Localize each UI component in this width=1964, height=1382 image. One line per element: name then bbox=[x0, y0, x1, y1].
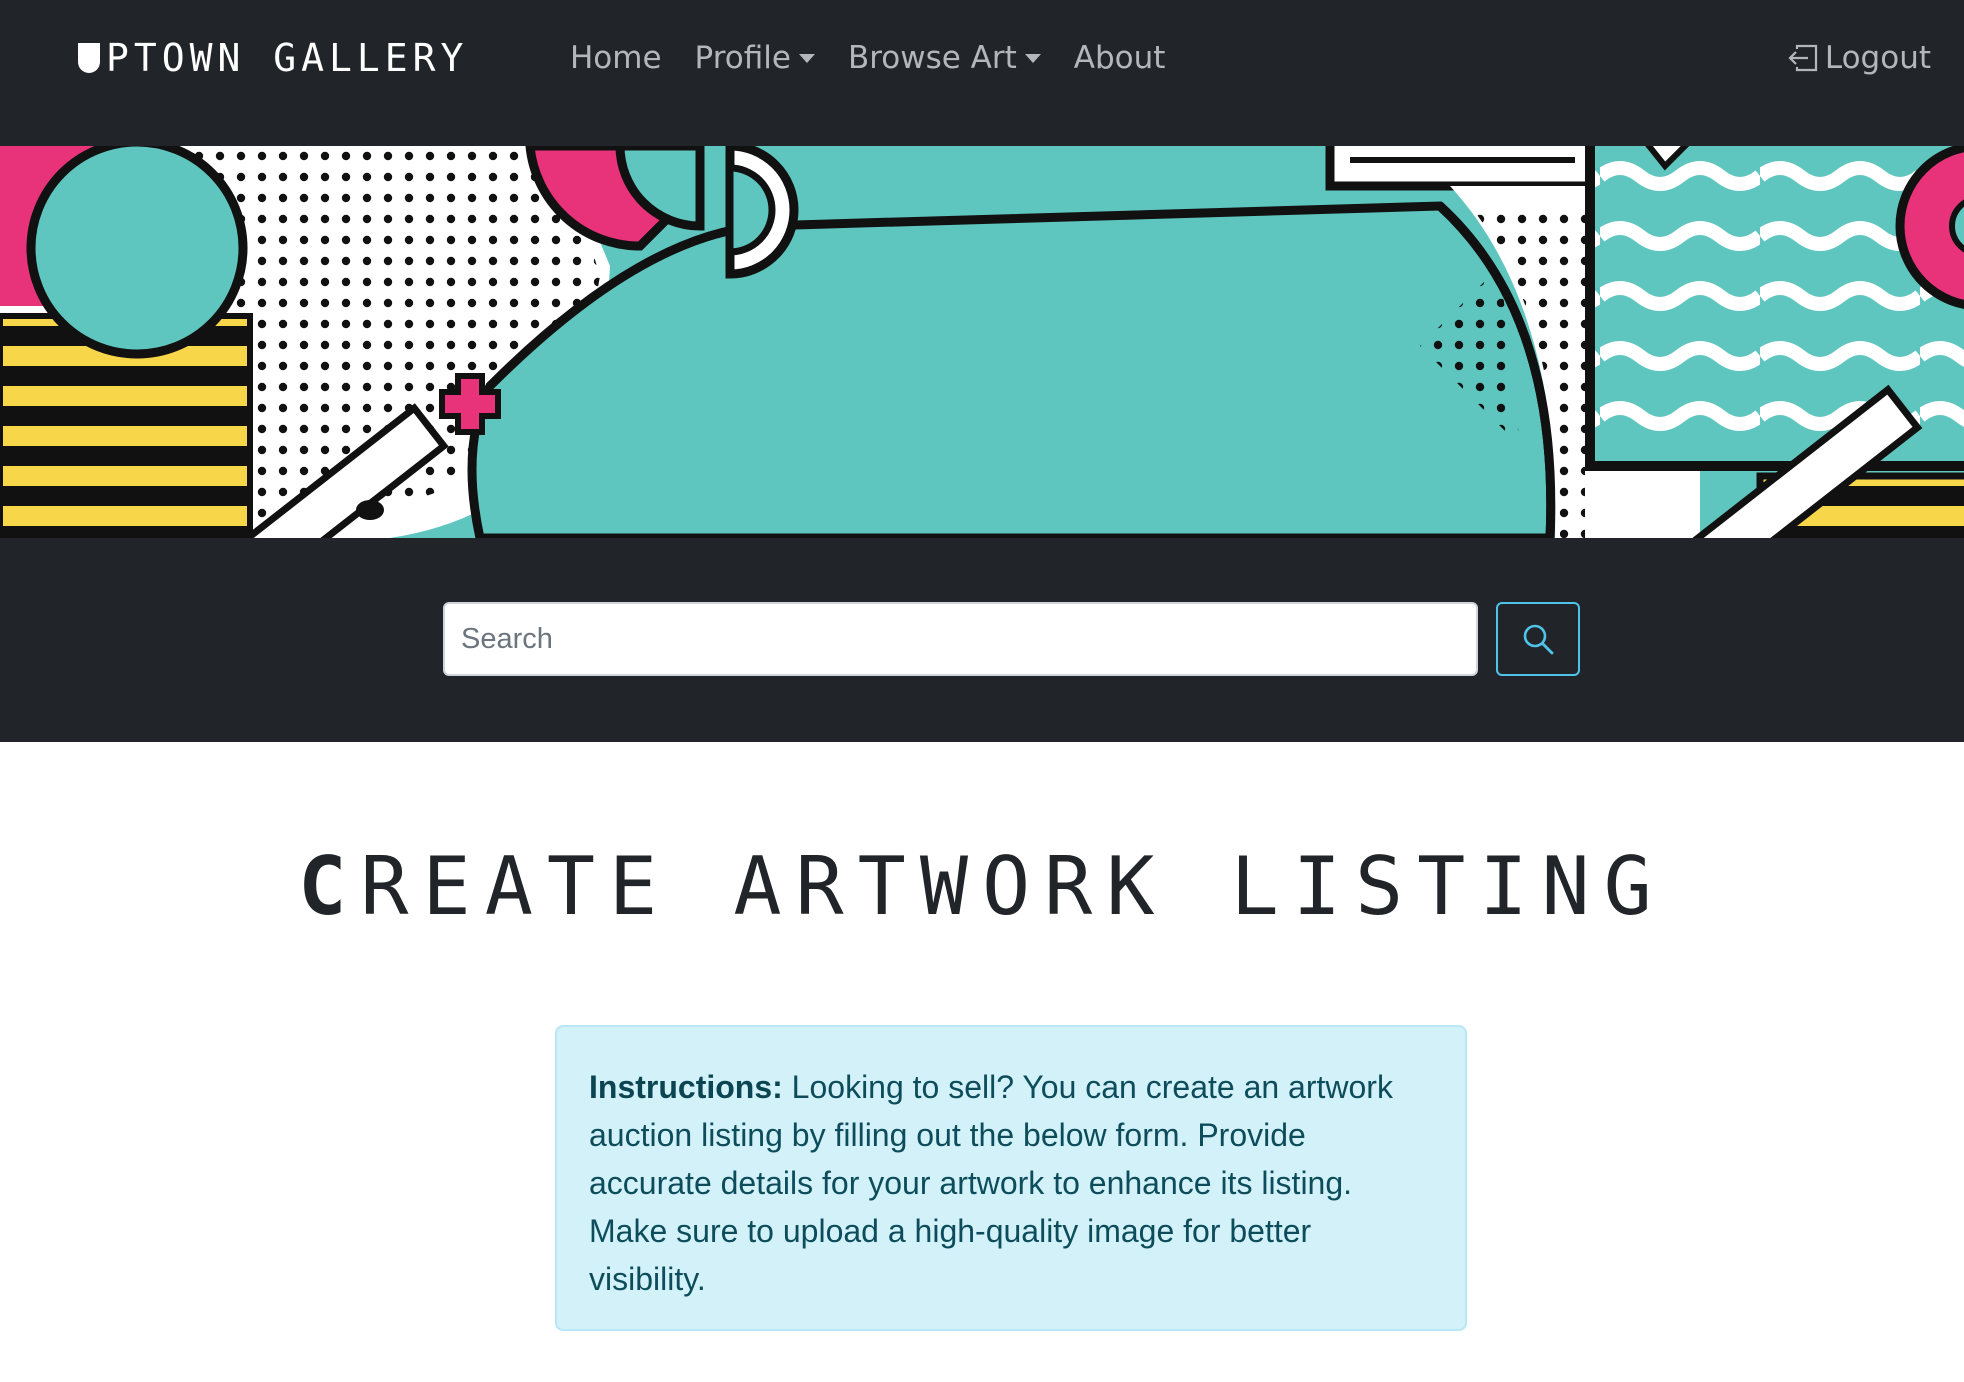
memphis-pattern-art bbox=[0, 146, 1964, 538]
box-arrow-in-left-icon bbox=[1788, 44, 1817, 72]
page-title-first-letter: C bbox=[298, 840, 361, 933]
nav-browse-art-label: Browse Art bbox=[847, 40, 1017, 76]
nav-profile-dropdown[interactable]: Profile bbox=[695, 34, 815, 82]
search-section bbox=[0, 538, 1964, 742]
top-navbar: PTOWN GALLERY Home Profile Browse Art Ab… bbox=[0, 0, 1964, 146]
search-button[interactable] bbox=[1496, 602, 1580, 676]
page-title-rest: REATE ARTWORK LISTING bbox=[360, 840, 1666, 933]
brand-u-glyph bbox=[78, 43, 100, 73]
search-input[interactable] bbox=[443, 602, 1478, 676]
instructions-alert: Instructions: Looking to sell? You can c… bbox=[555, 1025, 1467, 1331]
caret-down-icon bbox=[1024, 53, 1041, 63]
nav-browse-art-dropdown[interactable]: Browse Art bbox=[848, 34, 1041, 82]
logout-link[interactable]: Logout bbox=[1787, 34, 1931, 82]
nav-home-link[interactable]: Home bbox=[570, 34, 662, 82]
brand-logo[interactable]: PTOWN GALLERY bbox=[78, 34, 468, 82]
instructions-label: Instructions: bbox=[589, 1069, 783, 1105]
brand-name: PTOWN GALLERY bbox=[106, 36, 469, 80]
nav-home-label: Home bbox=[570, 40, 662, 76]
hero-banner bbox=[0, 146, 1964, 538]
nav-links: Home Profile Browse Art About bbox=[570, 34, 1198, 82]
caret-down-icon bbox=[798, 53, 815, 63]
nav-profile-label: Profile bbox=[694, 40, 791, 76]
logout-label: Logout bbox=[1824, 40, 1931, 76]
page-title: CREATE ARTWORK LISTING bbox=[0, 842, 1964, 932]
search-icon bbox=[1523, 624, 1554, 655]
nav-about-link[interactable]: About bbox=[1074, 34, 1166, 82]
nav-about-label: About bbox=[1073, 40, 1166, 76]
